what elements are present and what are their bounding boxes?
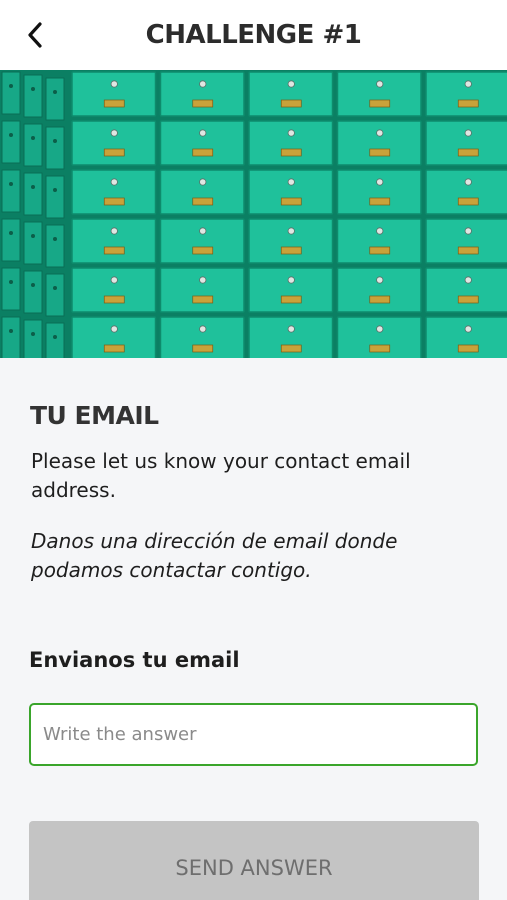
page-title: CHALLENGE #1 [145, 20, 362, 50]
top-bar: CHALLENGE #1 [0, 0, 507, 70]
challenge-content: TU EMAIL Please let us know your contact… [0, 358, 507, 900]
description-english: Please let us know your contact email ad… [31, 449, 411, 502]
section-title: TU EMAIL [30, 401, 159, 430]
send-answer-button[interactable]: SEND ANSWER [29, 821, 479, 900]
back-button[interactable] [18, 18, 52, 52]
email-answer-input[interactable] [29, 703, 478, 766]
chevron-left-icon [28, 22, 42, 48]
description-spanish: Danos una dirección de email donde podam… [31, 529, 398, 582]
hero-image [0, 70, 507, 358]
email-field-label: Envianos tu email [29, 648, 240, 672]
safe-deposit-boxes-image [0, 70, 507, 358]
